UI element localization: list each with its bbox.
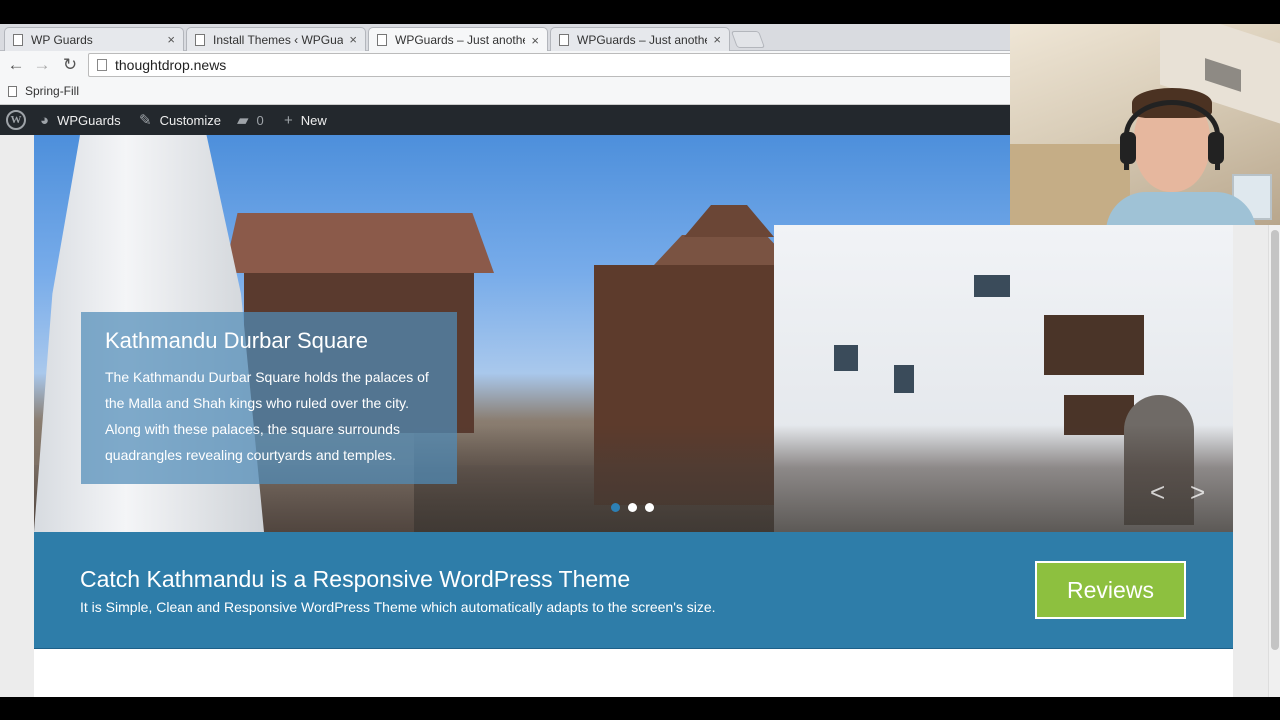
slide-title: Kathmandu Durbar Square bbox=[105, 328, 368, 353]
customize-menu[interactable]: ✎ Customize bbox=[139, 105, 221, 135]
letterbox-bottom bbox=[0, 697, 1280, 720]
slider-dot-3[interactable] bbox=[645, 503, 654, 512]
plus-icon: + bbox=[284, 111, 293, 129]
screen: WP Guards × Install Themes ‹ WPGuards × … bbox=[0, 0, 1280, 720]
customize-label: Customize bbox=[159, 112, 221, 128]
page-icon bbox=[559, 33, 569, 46]
browser-tab-3[interactable]: WPGuards – Just another × bbox=[368, 27, 548, 52]
palace-window bbox=[894, 365, 914, 393]
address-bar[interactable] bbox=[88, 53, 1088, 77]
new-tab-button[interactable] bbox=[730, 31, 766, 48]
temple-roof bbox=[224, 213, 494, 273]
headset-earcup-left bbox=[1120, 132, 1136, 164]
close-icon[interactable]: × bbox=[349, 32, 357, 47]
back-arrow-icon[interactable]: ← bbox=[5, 54, 27, 76]
site-name: WPGuards bbox=[57, 112, 121, 128]
comments-menu[interactable]: ▰ 0 bbox=[237, 105, 264, 135]
browser-tab-2[interactable]: Install Themes ‹ WPGuards × bbox=[186, 27, 366, 51]
content-area bbox=[34, 649, 1233, 697]
comment-bubble-icon: ▰ bbox=[237, 112, 249, 129]
headset-band bbox=[1124, 100, 1220, 170]
close-icon[interactable]: × bbox=[713, 32, 721, 47]
new-content-menu[interactable]: + New bbox=[284, 105, 327, 135]
page-icon bbox=[195, 33, 205, 46]
bookmark-label: Spring-Fill bbox=[25, 84, 80, 98]
tab-label: WPGuards – Just another bbox=[395, 33, 526, 47]
webcam-overlay bbox=[1010, 24, 1280, 225]
pagoda-top bbox=[684, 205, 774, 237]
slider-prev-icon[interactable]: < bbox=[1150, 477, 1165, 508]
presenter-shirt bbox=[1106, 192, 1256, 225]
letterbox-top bbox=[0, 0, 1280, 24]
page-icon bbox=[377, 34, 387, 46]
headset-earcup-right bbox=[1208, 132, 1224, 164]
new-label: New bbox=[300, 112, 327, 128]
slide-text: The Kathmandu Durbar Square holds the pa… bbox=[105, 369, 429, 463]
slider-dot-2[interactable] bbox=[628, 503, 637, 512]
scrollbar-thumb[interactable] bbox=[1271, 230, 1279, 650]
palace-window bbox=[834, 345, 858, 371]
browser-tab-4[interactable]: WPGuards – Just another × bbox=[550, 27, 730, 51]
bookmark-spring-fill[interactable]: Spring-Fill bbox=[8, 84, 79, 98]
promo-heading: Catch Kathmandu is a Responsive WordPres… bbox=[80, 566, 631, 592]
crowd bbox=[414, 425, 1233, 532]
browser-tab-1[interactable]: WP Guards × bbox=[4, 27, 184, 51]
slider-next-icon[interactable]: > bbox=[1190, 477, 1205, 508]
pagoda-roof bbox=[654, 235, 794, 265]
palace-balcony bbox=[1044, 315, 1144, 375]
close-icon[interactable]: × bbox=[531, 33, 539, 48]
promo-subtext: It is Simple, Clean and Responsive WordP… bbox=[80, 599, 716, 615]
palace-window bbox=[974, 275, 1010, 297]
dashboard-gauge-icon: ◕ bbox=[40, 111, 50, 129]
tab-label: WPGuards – Just another bbox=[577, 32, 708, 47]
tab-label: WP Guards bbox=[31, 32, 93, 47]
wordpress-logo-icon: W bbox=[6, 110, 26, 130]
slider-pager bbox=[611, 503, 654, 512]
tab-label: Install Themes ‹ WPGuards bbox=[213, 32, 344, 47]
promotion-headline: Catch Kathmandu is a Responsive WordPres… bbox=[34, 532, 1233, 649]
slide-caption: Kathmandu Durbar Square The Kathmandu Du… bbox=[81, 312, 457, 484]
forward-arrow-icon[interactable]: → bbox=[31, 54, 53, 76]
page-icon bbox=[8, 85, 17, 97]
reviews-button[interactable]: Reviews bbox=[1035, 561, 1186, 619]
close-icon[interactable]: × bbox=[167, 32, 175, 47]
reload-icon[interactable]: ↻ bbox=[59, 54, 81, 76]
paintbrush-icon: ✎ bbox=[139, 112, 152, 129]
page-icon bbox=[97, 59, 107, 71]
wordpress-menu[interactable]: W bbox=[6, 105, 26, 135]
page-icon bbox=[13, 33, 23, 46]
comments-count: 0 bbox=[256, 112, 264, 128]
slider-dot-1[interactable] bbox=[611, 503, 620, 512]
address-input[interactable] bbox=[115, 57, 715, 73]
site-name-menu[interactable]: ◕ WPGuards bbox=[40, 105, 121, 135]
